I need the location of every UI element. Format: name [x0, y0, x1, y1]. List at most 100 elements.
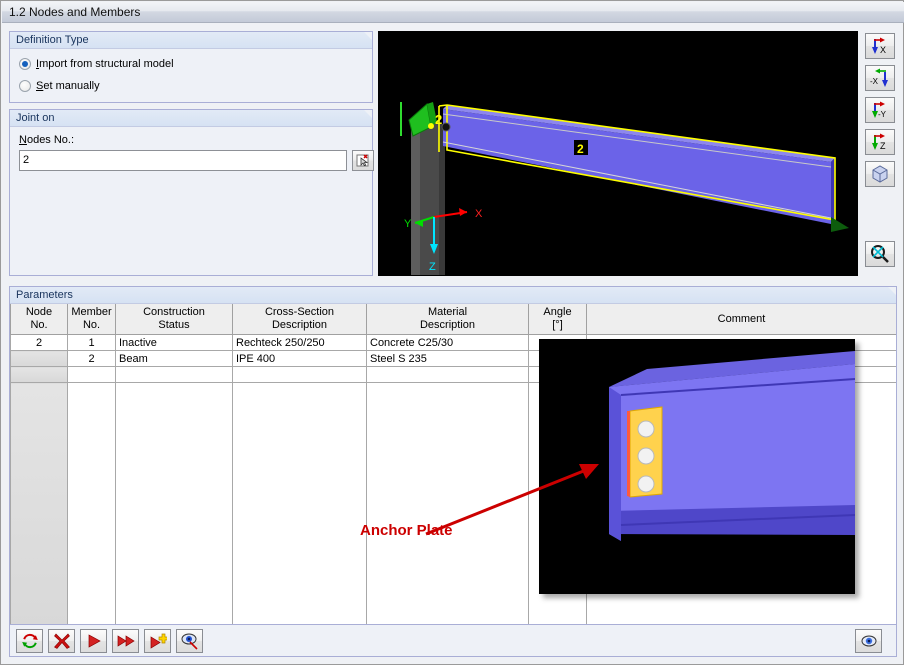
view-minus-x-icon: -X [870, 68, 888, 87]
parameters-legend: Parameters [10, 287, 896, 304]
definition-type-legend: Definition Type [10, 32, 372, 49]
bottom-toolbar [9, 624, 897, 657]
cell-node-no[interactable] [10, 366, 68, 383]
radio-indicator-manual[interactable] [19, 80, 31, 92]
cell-material[interactable]: Concrete C25/30 [366, 334, 529, 351]
cell-cross-section[interactable]: IPE 400 [232, 350, 367, 367]
radio-label-manual-rest: et manually [43, 80, 100, 92]
table-header-row: Node No. Member No. Construction Status [10, 304, 896, 335]
col-member-no[interactable]: Member No. [67, 304, 116, 335]
skip-button[interactable] [112, 629, 139, 653]
view-x-icon: X [872, 37, 886, 55]
axis-y-label: Y [404, 218, 412, 230]
col-member-no-l2: No. [82, 319, 101, 331]
view-minus-y-icon: -Y [872, 101, 887, 119]
node-number-label: 2 [435, 112, 442, 127]
cell-construction-status[interactable] [115, 366, 233, 383]
col-construction-l2: Status [158, 319, 190, 331]
col-material[interactable]: Material Description [366, 304, 529, 335]
radio-label-manual: Set manually [36, 80, 100, 92]
next-button[interactable] [80, 629, 107, 653]
col-comment[interactable]: Comment [586, 304, 896, 335]
double-arrow-right-icon [117, 635, 135, 647]
arrow-plus-icon [150, 633, 167, 649]
node-point [428, 123, 434, 129]
cell-cross-section[interactable] [232, 366, 367, 383]
add-button[interactable] [144, 629, 171, 653]
cell-member-no[interactable]: 2 [67, 350, 116, 367]
cell-cross-section[interactable]: Rechteck 250/250 [232, 334, 367, 351]
col-member-no-l1: Member [71, 306, 112, 318]
cell-construction-status[interactable] [115, 382, 233, 625]
col-cross-section-l2: Description [271, 319, 328, 331]
radio-label-import: Import from structural model [36, 58, 174, 70]
cell-node-no[interactable]: 2 [10, 334, 68, 351]
bolt-hole [637, 475, 655, 493]
view-minus-x-label: -X [870, 77, 879, 86]
cell-member-no[interactable] [67, 366, 116, 383]
col-cross-section[interactable]: Cross-Section Description [232, 304, 367, 335]
view-x-label: X [880, 45, 886, 55]
magnifier-icon [871, 245, 889, 263]
view-in-z-direction-button[interactable]: Z [865, 129, 895, 155]
nodes-no-input[interactable]: 2 [19, 150, 347, 171]
view-z-icon: Z [872, 133, 886, 151]
definition-type-group: Definition Type Import from structural m… [9, 31, 373, 103]
view-toolbar: X -X -Y Z [863, 31, 899, 279]
col-material-l1: Material [427, 306, 468, 318]
radio-import-from-structural-model[interactable]: Import from structural model [19, 56, 174, 72]
dialog-window: 1.2 Nodes and Members Definition Type Im… [0, 0, 904, 665]
view-in-minus-x-direction-button[interactable]: -X [865, 65, 895, 91]
col-cross-section-l1: Cross-Section [264, 306, 335, 318]
axis-z-label: Z [429, 261, 436, 273]
col-node-no[interactable]: Node No. [10, 304, 68, 335]
cell-construction-status[interactable]: Inactive [115, 334, 233, 351]
model-3d-viewport[interactable]: 2 2 X Y Z [378, 31, 858, 276]
eye-icon [861, 635, 876, 647]
view-z-label: Z [880, 141, 886, 151]
col-construction-status[interactable]: Construction Status [115, 304, 233, 335]
view-details-button[interactable] [176, 629, 203, 653]
bolt-hole [637, 420, 655, 438]
col-angle[interactable]: Angle [°] [528, 304, 587, 335]
cell-cross-section[interactable] [232, 382, 367, 625]
joint-on-group: Joint on Nodes No.: 2 [9, 109, 374, 276]
nodes-no-label-rest: odes No.: [26, 134, 75, 146]
node-marker [441, 122, 451, 132]
pick-node-icon [356, 154, 369, 166]
view-in-x-direction-button[interactable]: X [865, 33, 895, 59]
col-material-l2: Description [419, 319, 476, 331]
cell-material[interactable]: Steel S 235 [366, 350, 529, 367]
cell-construction-status[interactable]: Beam [115, 350, 233, 367]
cell-member-no[interactable] [67, 382, 116, 625]
delete-button[interactable] [48, 629, 75, 653]
view-in-minus-y-direction-button[interactable]: -Y [865, 97, 895, 123]
isometric-view-button[interactable] [865, 161, 895, 187]
view-minus-y-label: -Y [878, 110, 887, 119]
nodes-no-label: Nodes No.: [19, 134, 74, 146]
radio-set-manually[interactable]: Set manually [19, 78, 100, 94]
cell-node-no[interactable] [10, 350, 68, 367]
anchor-plate-edge [627, 411, 630, 497]
accel-key-n: N [19, 134, 27, 146]
window-title: 1.2 Nodes and Members [2, 2, 904, 23]
zoom-all-button[interactable] [865, 241, 895, 267]
axis-x-label: X [475, 208, 483, 220]
pick-node-button[interactable] [352, 150, 374, 171]
visibility-button[interactable] [855, 629, 882, 653]
member-number-label: 2 [577, 142, 584, 156]
arrow-right-icon [88, 634, 101, 648]
radio-indicator-import[interactable] [19, 58, 31, 70]
red-x-icon [53, 633, 70, 649]
cell-material[interactable] [366, 366, 529, 383]
refresh-button[interactable] [16, 629, 43, 653]
eye-icon [181, 633, 198, 650]
col-construction-l1: Construction [143, 306, 205, 318]
cell-node-no[interactable] [10, 382, 68, 625]
col-angle-l2: [°] [552, 319, 563, 331]
col-angle-l1: Angle [543, 306, 572, 318]
column-geometry [411, 124, 445, 275]
cube-icon [872, 165, 888, 183]
cell-member-no[interactable]: 1 [67, 334, 116, 351]
model-3d-graphic: 2 2 X Y Z [379, 32, 857, 275]
